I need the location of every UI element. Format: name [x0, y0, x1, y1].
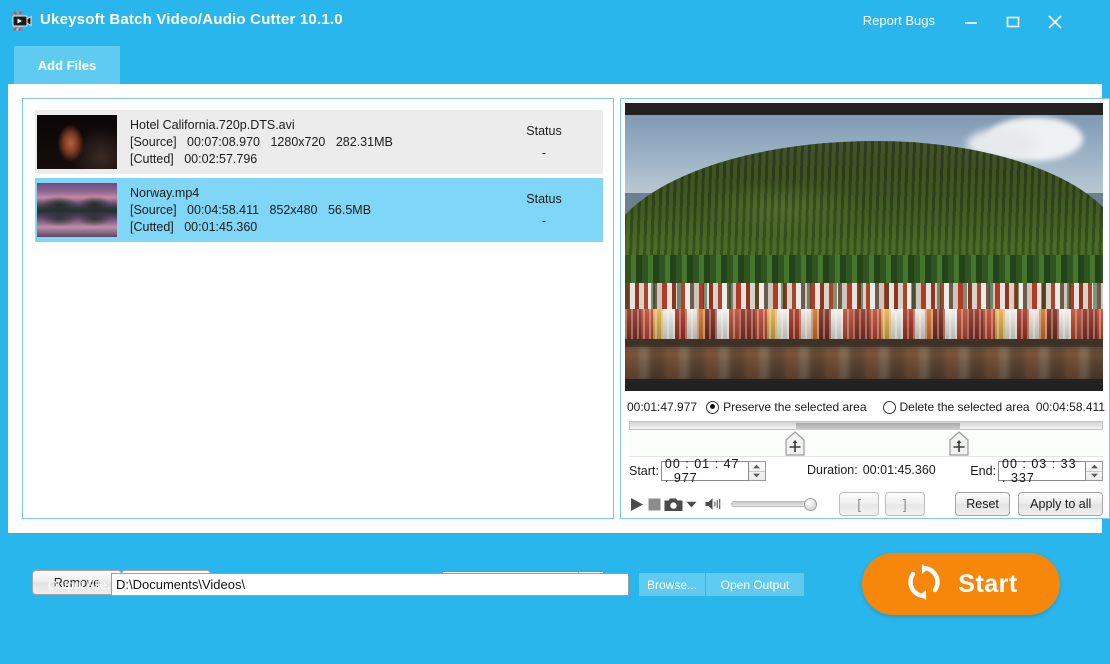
maximize-icon[interactable]	[1000, 12, 1026, 32]
browse-button[interactable]: Browse...	[639, 573, 705, 596]
end-time-input[interactable]: 00 : 03 : 33 . 337	[998, 457, 1086, 485]
status-header: Status	[526, 191, 562, 206]
trim-handle-start[interactable]	[784, 431, 806, 457]
file-cut-line: [Cutted] 00:01:45.360	[130, 219, 485, 236]
start-button-label: Start	[958, 569, 1018, 598]
file-source-line: [Source] 00:07:08.970 1280x720 282.31MB	[130, 134, 485, 151]
town-buildings	[625, 283, 1103, 345]
start-time-input[interactable]: 00 : 01 : 47 . 977	[660, 457, 749, 485]
status-value: -	[541, 213, 547, 228]
video-camera-icon	[10, 9, 34, 33]
mark-in-button[interactable]: [	[839, 492, 880, 516]
stepper-up-icon[interactable]	[1086, 462, 1102, 472]
title-bar: Ukeysoft Batch Video/Audio Cutter 10.1.0…	[0, 0, 1110, 41]
file-thumbnail	[37, 183, 117, 237]
video-frame	[625, 115, 1103, 379]
source-label: [Source]	[130, 202, 177, 217]
open-output-button[interactable]: Open Output	[706, 573, 804, 596]
source-size: 56.5MB	[327, 202, 372, 217]
start-button[interactable]: Start	[862, 553, 1060, 615]
end-time-stepper[interactable]	[1086, 461, 1103, 481]
status-value: -	[541, 145, 547, 160]
duration-label: Duration:	[807, 463, 858, 477]
cut-label: [Cutted]	[130, 151, 174, 166]
source-label: [Source]	[130, 134, 177, 149]
file-thumbnail	[37, 115, 117, 169]
selection-mode-row: 00:01:47.977 Preserve the selected area …	[627, 397, 1105, 417]
close-icon[interactable]	[1042, 12, 1068, 32]
cut-duration: 00:02:57.796	[184, 151, 258, 166]
convert-refresh-icon	[904, 562, 944, 607]
app-window: Ukeysoft Batch Video/Audio Cutter 10.1.0…	[0, 0, 1110, 664]
source-resolution: 1280x720	[270, 134, 326, 149]
file-name: Norway.mp4	[130, 185, 200, 200]
trim-selected-range	[796, 423, 960, 430]
trim-track[interactable]	[629, 421, 1103, 430]
file-status: Status -	[485, 123, 603, 162]
radio-indicator	[706, 400, 720, 414]
file-list[interactable]: Hotel California.720p.DTS.avi [Source] 0…	[35, 110, 603, 500]
start-time-stepper[interactable]	[748, 461, 766, 481]
caret-down-icon[interactable]	[685, 501, 699, 508]
file-info: Norway.mp4 [Source] 00:04:58.411 852x480…	[130, 185, 485, 236]
playback-toolbar: [ ] Reset Apply to all	[629, 491, 1103, 517]
preserve-area-radio[interactable]: Preserve the selected area	[706, 400, 867, 414]
trim-base	[629, 432, 1103, 457]
table-row[interactable]: Norway.mp4 [Source] 00:04:58.411 852x480…	[35, 178, 603, 242]
stepper-up-icon[interactable]	[748, 462, 765, 472]
file-cut-line: [Cutted] 00:02:57.796	[130, 151, 485, 168]
file-list-panel: Hotel California.720p.DTS.avi [Source] 0…	[22, 98, 614, 519]
time-fields-row: Start: 00 : 01 : 47 . 977 Duration: 00:0…	[629, 457, 1103, 485]
water-reflection	[625, 347, 1103, 379]
volume-icon[interactable]	[705, 497, 725, 511]
source-resolution: 852x480	[269, 202, 318, 217]
range-end-time: 00:04:58.411	[1035, 400, 1105, 414]
delete-area-label: Delete the selected area	[899, 400, 1030, 414]
stepper-down-icon[interactable]	[749, 472, 765, 481]
camera-icon[interactable]	[663, 497, 685, 512]
apply-to-all-button[interactable]: Apply to all	[1018, 492, 1103, 516]
output-file-label: Output File:	[48, 578, 111, 592]
reset-button[interactable]: Reset	[954, 492, 1011, 516]
mark-out-button[interactable]: ]	[885, 492, 925, 516]
range-start-time: 00:01:47.977	[627, 400, 698, 414]
delete-area-radio[interactable]: Delete the selected area	[882, 400, 1030, 414]
minimize-icon[interactable]	[958, 12, 984, 32]
waterfront-houses	[625, 309, 1103, 343]
trim-slider[interactable]	[629, 421, 1103, 461]
cut-label: [Cutted]	[130, 219, 174, 234]
preserve-area-label: Preserve the selected area	[723, 400, 867, 414]
radio-indicator	[882, 400, 896, 414]
file-info: Hotel California.720p.DTS.avi [Source] 0…	[130, 117, 485, 168]
main-body: Hotel California.720p.DTS.avi [Source] 0…	[8, 84, 1110, 595]
volume-slider-knob[interactable]	[804, 498, 818, 511]
window-title: Ukeysoft Batch Video/Audio Cutter 10.1.0	[40, 11, 343, 28]
status-header: Status	[526, 123, 562, 138]
add-files-button[interactable]: Add Files	[14, 46, 120, 84]
file-status: Status -	[485, 191, 603, 230]
volume-slider[interactable]	[730, 498, 818, 511]
preview-panel: 00:01:47.977 Preserve the selected area …	[620, 98, 1110, 519]
table-row[interactable]: Hotel California.720p.DTS.avi [Source] 0…	[35, 110, 603, 174]
duration-value: 00:01:45.360	[862, 463, 936, 477]
output-path-input[interactable]: D:\Documents\Videos\	[111, 573, 629, 596]
source-size: 282.31MB	[335, 134, 393, 149]
source-duration: 00:04:58.411	[187, 202, 260, 217]
cut-duration: 00:01:45.360	[184, 219, 258, 234]
stepper-down-icon[interactable]	[1086, 472, 1102, 481]
source-duration: 00:07:08.970	[187, 134, 261, 149]
play-icon[interactable]	[629, 497, 645, 512]
report-bugs-link[interactable]: Report Bugs	[863, 13, 935, 28]
file-source-line: [Source] 00:04:58.411 852x480 56.5MB	[130, 202, 485, 219]
stop-icon[interactable]	[645, 498, 663, 511]
start-label: Start:	[629, 464, 659, 478]
end-label: End:	[970, 464, 996, 478]
trim-handle-end[interactable]	[948, 431, 970, 457]
video-preview[interactable]	[625, 103, 1103, 391]
file-name: Hotel California.720p.DTS.avi	[130, 117, 295, 132]
